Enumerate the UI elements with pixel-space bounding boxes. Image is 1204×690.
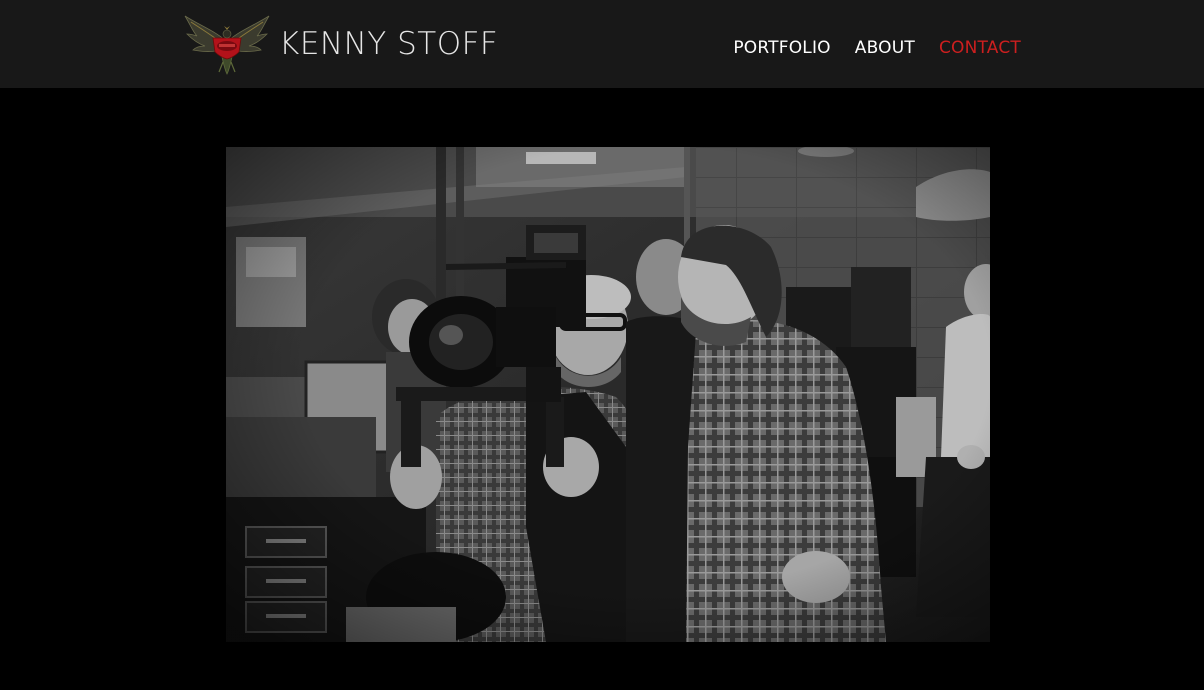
site-header: KENNY STOFF PORTFOLIO ABOUT CONTACT (0, 0, 1204, 88)
backstage-photo-illustration (226, 147, 990, 642)
nav-contact[interactable]: CONTACT (939, 38, 1021, 58)
nav-portfolio[interactable]: PORTFOLIO (733, 38, 830, 58)
home-logo-link[interactable]: KENNY STOFF (183, 12, 498, 76)
site-title: KENNY STOFF (279, 25, 499, 62)
main-nav: PORTFOLIO ABOUT CONTACT (733, 38, 1021, 58)
eagle-emblem-icon (184, 15, 270, 75)
featured-photo (226, 147, 990, 642)
nav-about[interactable]: ABOUT (855, 38, 915, 58)
